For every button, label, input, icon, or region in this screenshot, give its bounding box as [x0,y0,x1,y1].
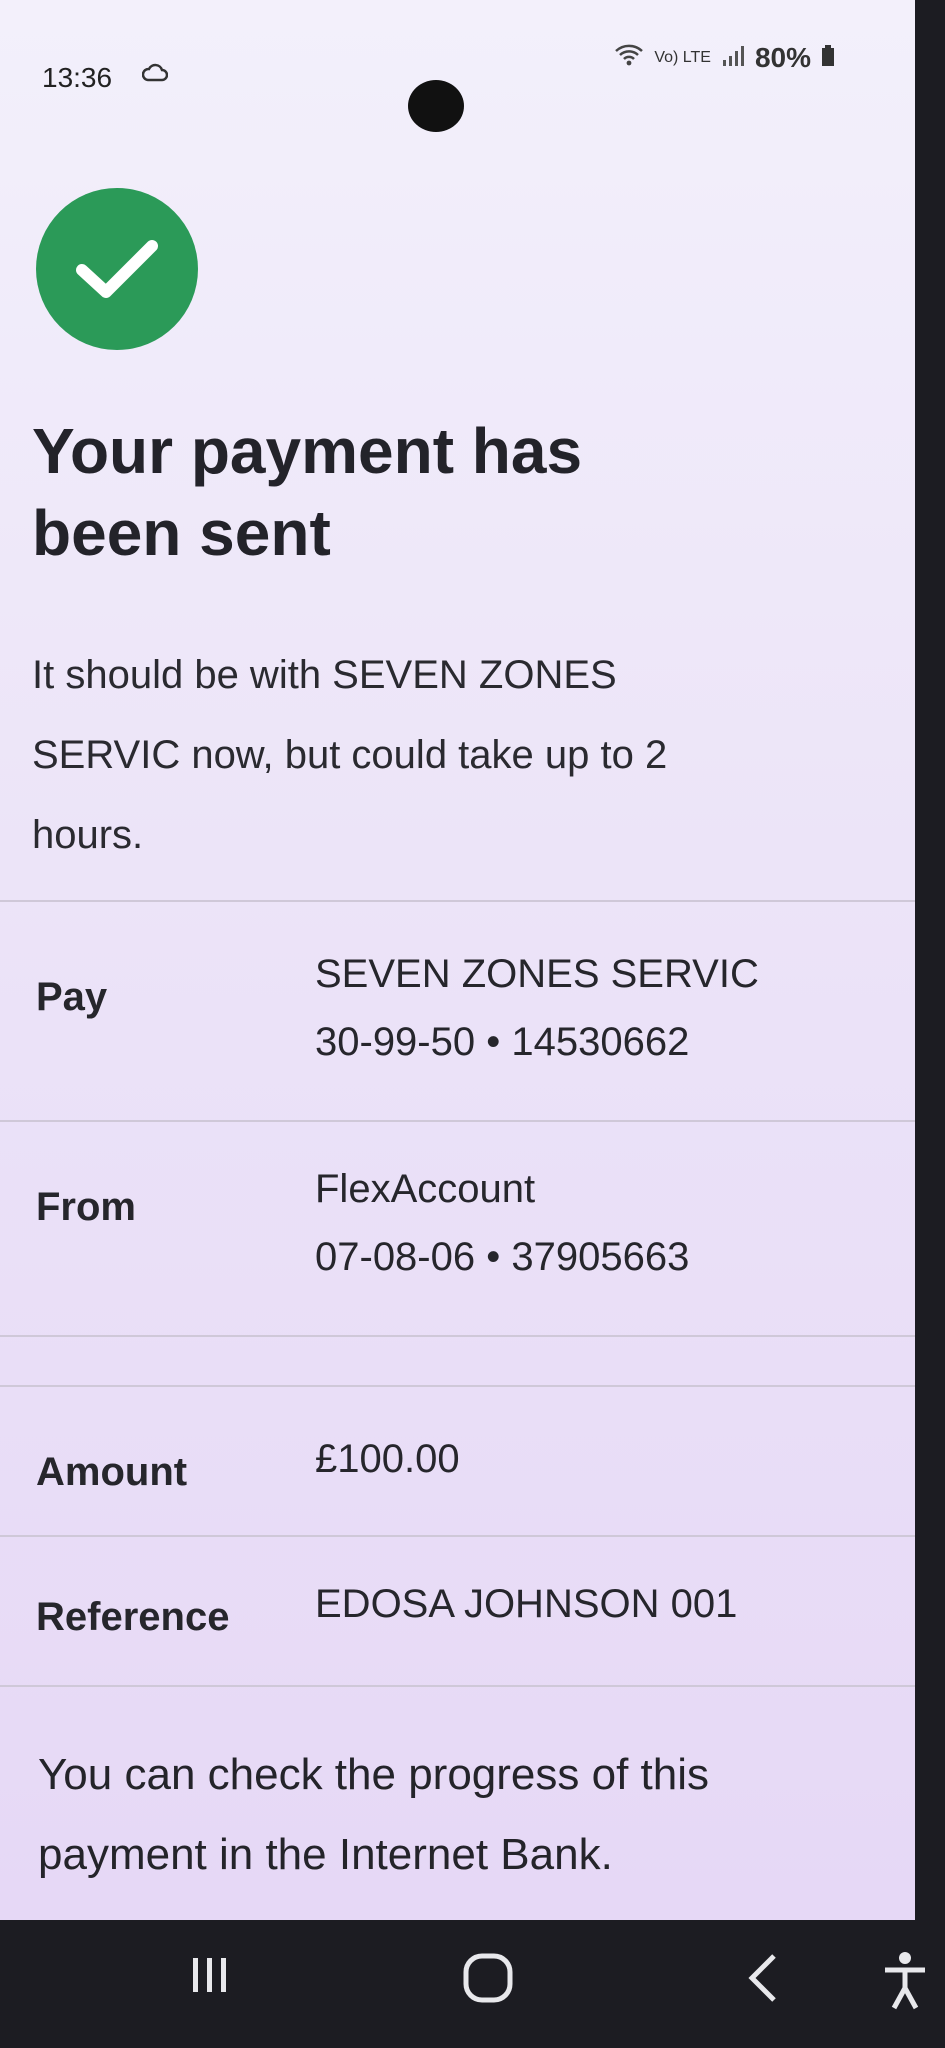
message-line: hours. [32,813,144,857]
from-account-number: 07-08-06 • 37905663 [315,1235,690,1279]
title-line: Your payment has [32,415,583,487]
divider [0,1120,915,1122]
message-line: SERVIC now, but could take up to 2 [32,733,668,777]
recents-icon[interactable] [185,1950,235,2013]
footer-line: You can check the progress of this [38,1750,709,1799]
page-title: Your payment has been sent [32,410,892,574]
payee-account: 30-99-50 • 14530662 [315,1020,690,1064]
divider [0,1535,915,1537]
reference-label: Reference [36,1595,230,1639]
amount-label: Amount [36,1450,188,1494]
message-line: It should be with SEVEN ZONES [32,653,617,697]
pay-label: Pay [36,975,108,1019]
sync-icon [141,62,169,91]
divider [0,900,915,902]
divider [0,1685,915,1687]
pay-value: SEVEN ZONES SERVIC 30-99-50 • 14530662 [315,940,759,1076]
amount-value: £100.00 [315,1437,460,1481]
divider [0,1335,915,1337]
from-account-name: FlexAccount [315,1167,536,1211]
system-navigation-bar [0,1920,945,2048]
back-icon[interactable] [740,1950,790,2019]
reference-value: EDOSA JOHNSON 001 [315,1582,738,1626]
front-camera [408,80,464,132]
title-line: been sent [32,497,331,569]
home-icon[interactable] [460,1950,516,2019]
status-time: 13:36 [42,62,113,93]
battery-percentage: 80% [754,42,811,73]
status-bar: 13:36 Vo) LTE 80% [0,40,945,132]
accessibility-icon[interactable] [880,1950,930,2023]
wifi-icon [614,42,644,74]
payment-confirmation-screen: 13:36 Vo) LTE 80% Your payment has been … [0,0,945,1920]
network-type: Vo) LTE [654,49,711,66]
divider [0,1385,915,1387]
payee-name: SEVEN ZONES SERVIC [315,952,759,996]
battery-icon [821,42,835,74]
device-frame [915,0,945,2048]
footer-line: payment in the Internet Bank. [38,1830,613,1879]
payment-status-message: It should be with SEVEN ZONES SERVIC now… [32,635,892,875]
status-indicators: Vo) LTE 80% [614,42,835,74]
check-icon [36,188,198,350]
progress-info: You can check the progress of this payme… [38,1735,898,1895]
from-label: From [36,1185,136,1229]
signal-icon [721,42,745,74]
from-value: FlexAccount 07-08-06 • 37905663 [315,1155,689,1291]
